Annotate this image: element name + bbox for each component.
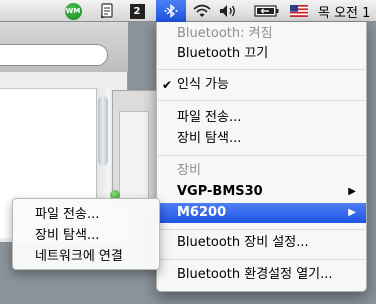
scrollbar-thumb[interactable] [98, 96, 108, 166]
menu-separator [158, 259, 365, 260]
open-preferences-item[interactable]: Bluetooth 환경설정 열기... [157, 265, 366, 285]
bluetooth-icon[interactable] [156, 0, 186, 22]
battery-icon[interactable] [250, 0, 284, 22]
devices-header: 장비 [177, 163, 201, 178]
device-label: VGP-BMS30 [177, 184, 263, 199]
bluetooth-status: Bluetooth: 켜짐 [177, 26, 273, 41]
device-submenu: 파일 전송... 장비 탐색... 네트워크에 연결 [12, 198, 160, 270]
menu-separator [158, 69, 365, 70]
number-box-label: 2 [129, 3, 145, 19]
submenu-send-file[interactable]: 파일 전송... [13, 204, 159, 225]
submenu-connect-network[interactable]: 네트워크에 연결 [13, 246, 159, 267]
menu-bar: WM 2 목 오전 1 [0, 0, 376, 22]
wifi-icon[interactable] [190, 0, 214, 22]
submenu-browse-device[interactable]: 장비 탐색... [13, 225, 159, 246]
us-flag-icon[interactable] [287, 0, 311, 22]
setup-device-item[interactable]: Bluetooth 장비 설정... [157, 233, 366, 253]
send-file-item[interactable]: 파일 전송... [157, 108, 366, 128]
bluetooth-toggle-item[interactable]: Bluetooth 끄기 [157, 44, 366, 64]
menu-separator [158, 229, 365, 230]
checkmark-icon: ✔ [162, 78, 173, 92]
discoverable-label: 인식 가능 [177, 77, 229, 92]
device-item-m6200[interactable]: M6200 ▶ [157, 203, 366, 223]
menubar-clock[interactable]: 목 오전 1 [318, 0, 376, 22]
menu-separator [158, 100, 365, 101]
device-item-vgp-bms30[interactable]: VGP-BMS30 ▶ [157, 182, 366, 202]
wm-badge-icon[interactable]: WM [62, 0, 84, 22]
submenu-arrow-icon: ▶ [348, 207, 356, 218]
discoverable-item[interactable]: ✔ 인식 가능 [157, 75, 366, 95]
search-field[interactable] [0, 44, 108, 66]
script-icon[interactable] [96, 0, 118, 22]
number-box-icon[interactable]: 2 [126, 0, 148, 22]
bluetooth-menu: Bluetooth: 켜짐 Bluetooth 끄기 ✔ 인식 가능 파일 전송… [156, 22, 367, 292]
volume-icon[interactable] [217, 0, 239, 22]
menu-separator [158, 155, 365, 156]
device-label: M6200 [177, 205, 227, 220]
wm-badge-label: WM [64, 2, 82, 20]
window-pane [119, 111, 149, 201]
browse-device-item[interactable]: 장비 탐색... [157, 129, 366, 149]
submenu-arrow-icon: ▶ [348, 186, 356, 197]
